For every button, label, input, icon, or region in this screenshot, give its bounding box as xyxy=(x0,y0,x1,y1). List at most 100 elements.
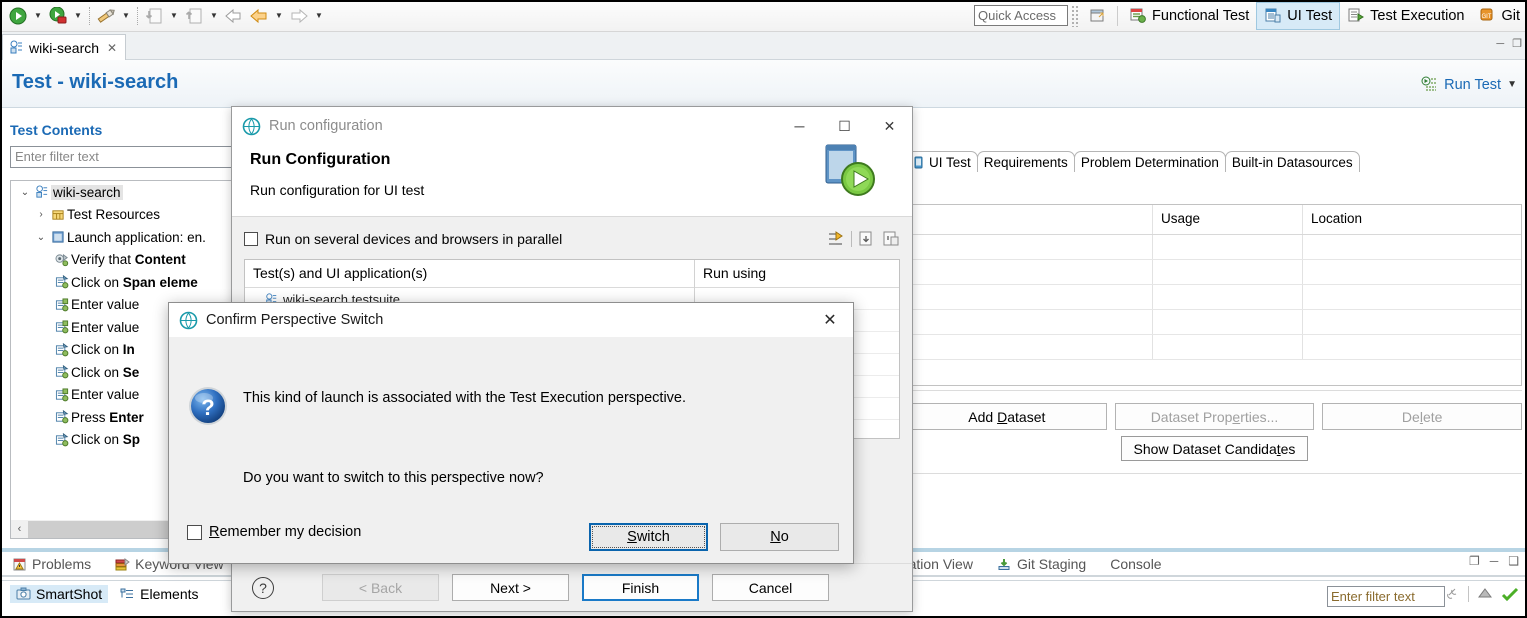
switch-button[interactable]: Switch xyxy=(589,523,708,551)
distribute-icon[interactable] xyxy=(827,230,845,248)
export-config-icon[interactable] xyxy=(882,230,900,248)
scroll-left-icon[interactable]: ‹ xyxy=(11,523,28,535)
add-dataset-button[interactable]: Add Dataset xyxy=(907,403,1107,430)
tree-item-label: Click on Span eleme xyxy=(71,275,198,290)
annotate-dropdown[interactable]: ▼ xyxy=(119,4,133,28)
column-header-run-using[interactable]: Run using xyxy=(695,260,899,288)
confirm-dialog-titlebar[interactable]: Confirm Perspective Switch ✕ xyxy=(169,303,853,337)
back-dropdown[interactable]: ▼ xyxy=(272,4,286,28)
remember-decision-checkbox[interactable] xyxy=(187,525,202,540)
bottom-filter-input[interactable]: Enter filter text xyxy=(1327,586,1445,607)
column-header-tests[interactable]: Test(s) and UI application(s) xyxy=(245,260,694,288)
tree-twisty-icon[interactable]: ⌄ xyxy=(17,187,33,198)
subtab-smartshot[interactable]: SmartShot xyxy=(10,585,108,603)
show-dataset-candidates-button[interactable]: Show Dataset Candidates xyxy=(1121,436,1309,461)
table-row[interactable] xyxy=(908,260,1521,285)
dataset-properties-button[interactable]: Dataset Properties... xyxy=(1115,403,1315,430)
finish-button[interactable]: Finish xyxy=(582,574,699,601)
restore-icon[interactable]: ❐ xyxy=(1469,554,1480,568)
chevron-down-icon[interactable]: ▼ xyxy=(1507,79,1517,90)
table-row[interactable] xyxy=(908,310,1521,335)
tab-built-in-datasources[interactable]: Built-in Datasources xyxy=(1225,151,1360,172)
maximize-icon[interactable]: ❑ xyxy=(1508,554,1519,568)
import-config-icon[interactable] xyxy=(858,230,876,248)
tree-twisty-icon[interactable]: › xyxy=(33,209,49,220)
open-perspective-button[interactable] xyxy=(1082,2,1113,30)
export-button[interactable] xyxy=(182,4,206,28)
delete-dataset-button[interactable]: Delete xyxy=(1322,403,1522,430)
view-tab-problems[interactable]: Problems xyxy=(0,552,103,576)
no-button[interactable]: No xyxy=(720,523,839,551)
show-candidates-row: Show Dataset Candidates xyxy=(907,436,1522,474)
cancel-button[interactable]: Cancel xyxy=(712,574,829,601)
tab-requirements[interactable]: Requirements xyxy=(977,151,1075,172)
run-configuration-toolbar xyxy=(827,230,900,248)
annotate-button[interactable] xyxy=(94,4,118,28)
column-header-name[interactable] xyxy=(908,205,1153,234)
next-button[interactable]: Next > xyxy=(452,574,569,601)
help-icon[interactable]: ? xyxy=(252,577,274,599)
perspective-ui-test[interactable]: UI Test xyxy=(1256,2,1340,30)
run-button[interactable] xyxy=(6,4,30,28)
tree-item-label: Launch application: en. xyxy=(67,230,206,245)
icon-separator xyxy=(851,231,852,247)
no-button-label: No xyxy=(770,529,789,545)
editor-tab-wiki-search[interactable]: wiki-search ✕ xyxy=(2,34,126,60)
run-configuration-heading: Run Configuration xyxy=(250,151,390,169)
tree-item-click-span[interactable]: Click on Span eleme xyxy=(11,271,234,294)
perspective-functional-test[interactable]: Functional Test xyxy=(1122,2,1256,30)
parallel-run-checkbox[interactable] xyxy=(244,232,258,246)
column-header-location[interactable]: Location xyxy=(1303,205,1521,234)
tab-problem-determination[interactable]: Problem Determination xyxy=(1074,151,1226,172)
perspective-git[interactable]: GIT Git xyxy=(1471,2,1527,30)
bottom-action-icons xyxy=(1444,586,1519,602)
minimize-icon[interactable]: ─ xyxy=(777,107,822,145)
back-arrow-gray-button[interactable] xyxy=(222,4,246,28)
minimize-icon[interactable]: ─ xyxy=(1490,554,1499,568)
enter-value-icon xyxy=(53,388,71,402)
tree-item-verify[interactable]: Verify that Content xyxy=(11,249,234,272)
export-dropdown[interactable]: ▼ xyxy=(207,4,221,28)
run-configuration-titlebar[interactable]: Run configuration ─ ☐ ✕ xyxy=(232,107,912,145)
close-icon[interactable]: ✕ xyxy=(807,303,853,337)
import-button[interactable] xyxy=(142,4,166,28)
quick-access-input[interactable]: Quick Access xyxy=(974,5,1068,26)
debug-button[interactable] xyxy=(46,4,70,28)
tab-ui-test[interactable]: UI Test xyxy=(905,151,978,172)
verify-icon xyxy=(53,253,71,267)
tree-item-wiki-search[interactable]: ⌄ wiki-search xyxy=(11,181,234,204)
maximize-icon[interactable]: ❐ xyxy=(1512,37,1522,50)
test-contents-filter-input[interactable]: Enter filter text xyxy=(10,146,235,168)
table-row[interactable] xyxy=(908,285,1521,310)
screen-edge-left xyxy=(0,0,2,618)
tree-item-launch-application[interactable]: ⌄ Launch application: en. xyxy=(11,226,234,249)
column-header-usage[interactable]: Usage xyxy=(1153,205,1303,234)
editor-tab-label: wiki-search xyxy=(29,40,99,56)
link-icon[interactable] xyxy=(1444,586,1460,602)
run-dropdown[interactable]: ▼ xyxy=(31,4,45,28)
remember-decision-row[interactable]: Remember my decision xyxy=(187,524,361,540)
toolbar-grip[interactable] xyxy=(1071,5,1079,27)
table-row[interactable] xyxy=(908,335,1521,360)
back-arrow-orange-button[interactable] xyxy=(247,4,271,28)
tree-item-label: Enter value xyxy=(71,320,139,335)
close-icon[interactable]: ✕ xyxy=(107,41,117,55)
check-icon[interactable] xyxy=(1501,586,1519,602)
forward-dropdown[interactable]: ▼ xyxy=(312,4,326,28)
tree-item-test-resources[interactable]: › Test Resources xyxy=(11,204,234,227)
debug-dropdown[interactable]: ▼ xyxy=(71,4,85,28)
tree-twisty-icon[interactable]: ⌄ xyxy=(33,232,49,243)
table-row[interactable] xyxy=(908,235,1521,260)
add-dataset-label: Add Dataset xyxy=(968,409,1045,425)
view-tab-console[interactable]: Console xyxy=(1098,552,1173,576)
run-test-button[interactable]: Run Test ▼ xyxy=(1421,76,1517,93)
subtab-elements[interactable]: Elements xyxy=(114,585,204,603)
view-tab-git-staging[interactable]: Git Staging xyxy=(985,552,1098,576)
back-button[interactable]: < Back xyxy=(322,574,439,601)
forward-arrow-button[interactable] xyxy=(287,4,311,28)
datasets-table[interactable]: Usage Location xyxy=(907,204,1522,386)
minimize-icon[interactable]: ─ xyxy=(1496,38,1504,50)
perspective-test-execution[interactable]: Test Execution xyxy=(1340,2,1471,30)
import-dropdown[interactable]: ▼ xyxy=(167,4,181,28)
collapse-icon[interactable] xyxy=(1477,586,1493,602)
